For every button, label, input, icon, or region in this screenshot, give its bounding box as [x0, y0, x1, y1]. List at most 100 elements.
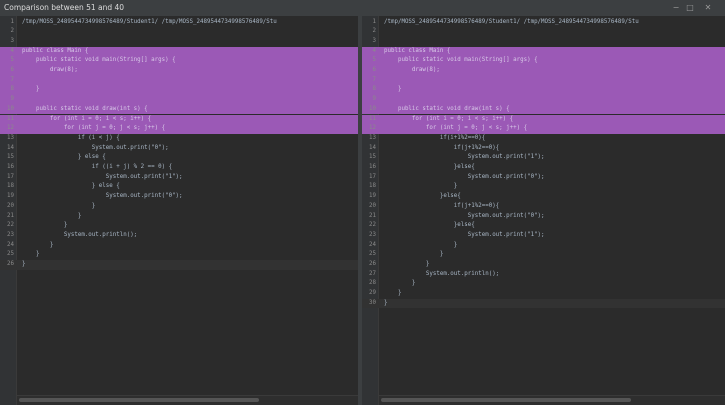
code-line[interactable]: 27 System.out.println();: [362, 270, 725, 280]
code-line[interactable]: 24 }: [0, 241, 358, 251]
code-line[interactable]: 26}: [0, 260, 358, 270]
code-line[interactable]: 6 draw(8);: [0, 66, 358, 76]
code-line[interactable]: 13 if (i < j) {: [0, 134, 358, 144]
code-line[interactable]: 5 public static void main(String[] args)…: [362, 56, 725, 66]
line-number: 3: [10, 37, 15, 44]
code-line[interactable]: 22 }else{: [362, 221, 725, 231]
scrollbar-thumb[interactable]: [19, 398, 259, 402]
code-line[interactable]: 8 }: [362, 85, 725, 96]
code-line[interactable]: 11 for (int i = 0; i < s; i++) {: [362, 114, 725, 125]
code-line[interactable]: 10 public static void draw(int s) {: [0, 104, 358, 115]
code-line[interactable]: 3: [362, 37, 725, 47]
right-code-pane[interactable]: 1/tmp/MOSS_2489544734998576489/Student1/…: [362, 16, 725, 405]
code-line[interactable]: 5 public static void main(String[] args)…: [0, 56, 358, 66]
line-code: public static void main(String[] args) {: [22, 57, 176, 64]
code-line[interactable]: 19 }else{: [362, 192, 725, 202]
code-line[interactable]: 21 }: [0, 212, 358, 222]
code-line[interactable]: 24 }: [362, 241, 725, 251]
scrollbar-thumb[interactable]: [381, 398, 631, 402]
code-line[interactable]: 15 } else {: [0, 153, 358, 163]
code-line[interactable]: 26 }: [362, 260, 725, 270]
right-code-area[interactable]: 1/tmp/MOSS_2489544734998576489/Student1/…: [362, 16, 725, 396]
line-number: 16: [7, 164, 14, 170]
line-number: 18: [369, 183, 376, 190]
code-line[interactable]: 16 }else{: [362, 163, 725, 173]
line-code: }: [384, 299, 388, 306]
code-line[interactable]: 1/tmp/MOSS_2489544734998576489/Student1/…: [0, 18, 358, 28]
code-line[interactable]: 25 }: [362, 250, 725, 260]
maximize-icon[interactable]: □: [683, 0, 697, 16]
line-number: 8: [10, 86, 15, 93]
minimize-icon[interactable]: −: [669, 0, 683, 16]
line-number: 11: [7, 115, 14, 122]
line-code: /tmp/MOSS_2489544734998576489/Student1/ …: [22, 18, 277, 25]
line-number: 19: [7, 193, 14, 200]
code-line[interactable]: 6 draw(8);: [362, 66, 725, 76]
line-code: System.out.println();: [384, 270, 500, 277]
window-titlebar: Comparison between 51 and 40 − □ ✕: [0, 0, 725, 16]
line-number: 15: [7, 154, 14, 161]
line-number: 23: [369, 231, 376, 238]
code-line[interactable]: 19 System.out.print("0");: [0, 192, 358, 202]
code-line[interactable]: 20 }: [0, 202, 358, 212]
line-code: System.out.print("0");: [384, 212, 545, 219]
code-line[interactable]: 8 }: [0, 85, 358, 96]
line-code: if ((i + j) % 2 == 0) {: [22, 164, 173, 170]
line-code: for (int i = 0; i < s; i++) {: [384, 115, 514, 122]
code-line[interactable]: 13 if(i+1%2==0){: [362, 134, 725, 144]
code-line[interactable]: 23 System.out.println();: [0, 231, 358, 241]
window-title: Comparison between 51 and 40: [4, 3, 125, 12]
code-line[interactable]: 14 if(j+1%2==0){: [362, 144, 725, 154]
code-line[interactable]: 11 for (int i = 0; i < s; i++) {: [0, 114, 358, 125]
code-line[interactable]: 20 if(j+1%2==0){: [362, 202, 725, 212]
code-line[interactable]: 10 public static void draw(int s) {: [362, 104, 725, 115]
code-line[interactable]: 2: [362, 27, 725, 37]
code-line[interactable]: 17 System.out.print("0");: [362, 173, 725, 183]
code-line[interactable]: 9: [0, 95, 358, 105]
code-line[interactable]: 9: [362, 95, 725, 105]
line-code: }: [384, 183, 458, 190]
line-number: 26: [7, 261, 14, 267]
line-number: 4: [372, 47, 377, 54]
horizontal-scrollbar[interactable]: [17, 395, 358, 405]
line-code: /tmp/MOSS_2489544734998576489/Student1/ …: [384, 18, 639, 25]
code-line[interactable]: 21 System.out.print("0");: [362, 212, 725, 222]
code-line[interactable]: 2: [0, 27, 358, 37]
line-number: 22: [369, 222, 376, 229]
line-code: draw(8);: [22, 67, 78, 73]
horizontal-scrollbar[interactable]: [379, 395, 725, 405]
code-line[interactable]: 25 }: [0, 250, 358, 260]
line-code: } else {: [22, 154, 106, 161]
left-code-pane[interactable]: 1/tmp/MOSS_2489544734998576489/Student1/…: [0, 16, 358, 405]
line-code: System.out.print("1");: [384, 231, 545, 238]
line-code: }else{: [384, 193, 461, 200]
code-line[interactable]: 17 System.out.print("1");: [0, 173, 358, 183]
line-number: 6: [10, 67, 15, 73]
code-line[interactable]: 4 public class Main {: [362, 46, 725, 57]
code-line[interactable]: 29 }: [362, 289, 725, 299]
line-code: }: [22, 251, 40, 258]
code-line[interactable]: 16 if ((i + j) % 2 == 0) {: [0, 163, 358, 173]
code-line[interactable]: 18 }: [362, 182, 725, 192]
line-number: 12: [369, 125, 376, 132]
code-line[interactable]: 15 System.out.print("1");: [362, 153, 725, 163]
code-line[interactable]: 12 for (int j = 0; j < s; j++) {: [0, 124, 358, 134]
line-number: 13: [369, 134, 376, 141]
code-line[interactable]: 3: [0, 37, 358, 47]
code-line[interactable]: 28 }: [362, 279, 725, 289]
line-number: 2: [10, 28, 15, 35]
code-line[interactable]: 4 public class Main {: [0, 46, 358, 57]
code-line[interactable]: 23 System.out.print("1");: [362, 231, 725, 241]
code-line[interactable]: 1/tmp/MOSS_2489544734998576489/Student1/…: [362, 18, 725, 28]
code-line[interactable]: 7: [0, 75, 358, 86]
left-code-area[interactable]: 1/tmp/MOSS_2489544734998576489/Student1/…: [0, 16, 358, 396]
code-line[interactable]: 14 System.out.print("0");: [0, 144, 358, 154]
code-line[interactable]: 12 for (int j = 0; j < s; j++) {: [362, 124, 725, 134]
code-line[interactable]: 18 } else {: [0, 182, 358, 192]
close-icon[interactable]: ✕: [701, 0, 715, 16]
code-line[interactable]: 22 }: [0, 221, 358, 231]
code-line[interactable]: 7: [362, 75, 725, 86]
code-line[interactable]: 30}: [362, 298, 725, 309]
line-number: 18: [7, 183, 14, 190]
line-number: 17: [7, 173, 14, 180]
